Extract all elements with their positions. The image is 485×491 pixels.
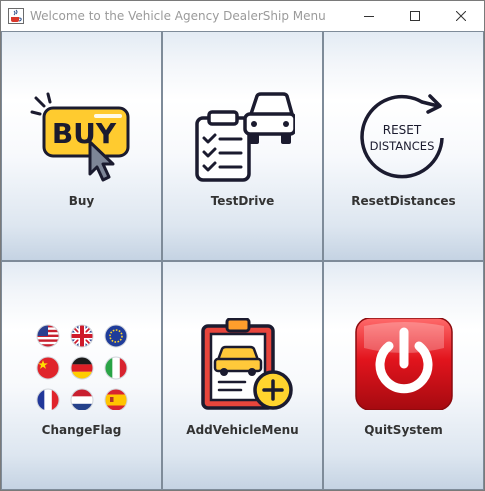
add-vehicle-menu-button[interactable]: AddVehicleMenu: [162, 261, 323, 490]
test-drive-button[interactable]: TestDrive: [162, 31, 323, 261]
reset-icon-text-line2: DISTANCES: [369, 139, 434, 153]
maximize-icon: [410, 11, 420, 21]
close-button[interactable]: [438, 1, 484, 31]
reset-icon-text-line1: RESET: [382, 123, 421, 137]
maximize-button[interactable]: [392, 1, 438, 31]
add-vehicle-menu-label: AddVehicleMenu: [186, 423, 299, 437]
buy-icon-text: BUY: [51, 117, 116, 150]
reset-distances-label: ResetDistances: [351, 194, 456, 208]
change-flag-label: ChangeFlag: [41, 423, 122, 437]
menu-grid: BUY Buy TestDrive RESET DISTANCES ResetD…: [1, 31, 484, 490]
test-drive-label: TestDrive: [210, 194, 275, 208]
window-title: Welcome to the Vehicle Agency DealerShip…: [30, 9, 326, 23]
power-icon: [354, 318, 453, 410]
buy-icon: BUY: [30, 92, 129, 182]
quit-system-button[interactable]: QuitSystem: [323, 261, 484, 490]
app-window: Welcome to the Vehicle Agency DealerShip…: [0, 0, 485, 491]
flags-icon: [36, 324, 127, 410]
java-cup-icon: [8, 8, 24, 24]
add-vehicle-icon: [200, 318, 293, 410]
reset-distances-button[interactable]: RESET DISTANCES ResetDistances: [323, 31, 484, 261]
test-drive-icon: [194, 92, 295, 182]
minimize-button[interactable]: [346, 1, 392, 31]
reset-distances-icon: RESET DISTANCES: [359, 94, 444, 179]
close-icon: [456, 11, 466, 21]
buy-button[interactable]: BUY Buy: [1, 31, 162, 261]
minimize-icon: [364, 16, 374, 17]
buy-label: Buy: [68, 194, 95, 208]
change-flag-button[interactable]: ChangeFlag: [1, 261, 162, 490]
title-bar[interactable]: Welcome to the Vehicle Agency DealerShip…: [1, 1, 484, 31]
quit-system-label: QuitSystem: [364, 423, 443, 437]
